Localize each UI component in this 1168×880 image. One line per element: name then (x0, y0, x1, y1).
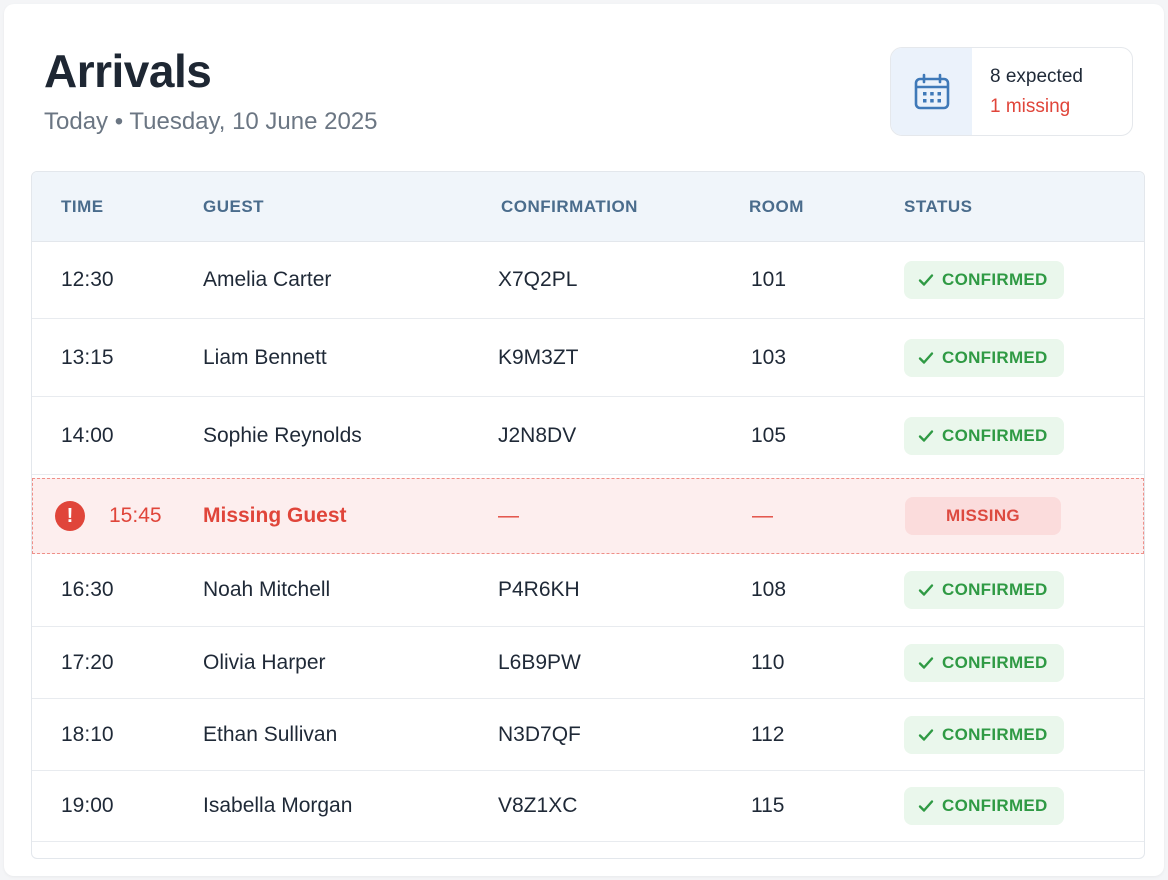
guest-name: Liam Bennett (203, 345, 327, 369)
column-header-room[interactable]: ROOM (749, 197, 804, 217)
status-label: CONFIRMED (942, 270, 1048, 289)
status-label: MISSING (946, 506, 1020, 525)
expected-count: 8 expected (990, 66, 1083, 87)
room-number: 115 (751, 794, 785, 817)
room-number: 101 (751, 268, 787, 291)
arrivals-table: TIME GUEST CONFIRMATION ROOM STATUS 12:3… (31, 171, 1145, 859)
arrival-time: 19:00 (61, 794, 114, 817)
table-row[interactable]: 16:30 Noah Mitchell P4R6KH 108 CONFIRMED (32, 554, 1144, 627)
status-label: CONFIRMED (942, 652, 1048, 672)
alert-icon: ! (55, 501, 85, 531)
check-icon (918, 800, 934, 812)
room-number: 103 (751, 345, 787, 369)
arrival-time: 12:30 (61, 268, 114, 291)
table-row[interactable]: 14:00 Sophie Reynolds J2N8DV 105 CONFIRM… (32, 397, 1144, 475)
status-badge: CONFIRMED (904, 338, 1064, 377)
status-badge: MISSING (905, 497, 1061, 535)
guest-name: Ethan Sullivan (203, 722, 338, 746)
status-label: CONFIRMED (942, 580, 1048, 599)
room-number: 112 (751, 722, 785, 746)
arrival-time: 18:10 (61, 722, 114, 746)
status-badge: CONFIRMED (904, 416, 1064, 455)
status-label: CONFIRMED (942, 724, 1048, 744)
arrivals-summary[interactable]: 8 expected 1 missing (890, 47, 1133, 136)
table-row[interactable]: 18:10 Ethan Sullivan N3D7QF 112 CONFIRME… (32, 699, 1144, 771)
missing-count: 1 missing (990, 96, 1071, 117)
check-icon (918, 656, 934, 669)
room-number: 110 (751, 650, 785, 674)
check-icon (918, 429, 934, 442)
column-header-time[interactable]: TIME (61, 197, 104, 217)
status-label: CONFIRMED (942, 425, 1048, 445)
status-badge: CONFIRMED (904, 571, 1064, 609)
column-header-guest[interactable]: GUEST (203, 197, 264, 217)
room-number: — (752, 504, 773, 527)
table-row[interactable]: 19:00 Isabella Morgan V8Z1XC 115 CONFIRM… (32, 771, 1144, 842)
status-badge: CONFIRMED (904, 715, 1064, 754)
guest-name: Olivia Harper (203, 650, 326, 674)
table-row[interactable]: 13:15 Liam Bennett K9M3ZT 103 CONFIRMED (32, 319, 1144, 397)
guest-name: Amelia Carter (203, 268, 332, 291)
confirmation-code: V8Z1XC (498, 794, 578, 817)
confirmation-code: K9M3ZT (498, 345, 579, 369)
table-row[interactable]: 12:30 Amelia Carter X7Q2PL 101 CONFIRMED (32, 242, 1144, 319)
arrival-time: 14:00 (61, 423, 114, 447)
arrival-time: 13:15 (61, 345, 114, 369)
status-badge: CONFIRMED (904, 261, 1064, 299)
status-badge: CONFIRMED (904, 787, 1064, 825)
page-subtitle: Today • Tuesday, 10 June 2025 (44, 108, 378, 135)
room-number: 105 (751, 423, 787, 447)
arrival-time: 16:30 (61, 578, 114, 601)
status-label: CONFIRMED (942, 347, 1048, 367)
table-row[interactable]: 17:20 Olivia Harper L6B9PW 110 CONFIRMED (32, 627, 1144, 699)
guest-name: Missing Guest (203, 504, 347, 527)
table-row-missing[interactable]: ! 15:45 Missing Guest — — MISSING (32, 478, 1144, 554)
page-title: Arrivals (44, 45, 212, 97)
confirmation-code: N3D7QF (498, 722, 581, 746)
table-header: TIME GUEST CONFIRMATION ROOM STATUS (32, 172, 1144, 242)
guest-name: Isabella Morgan (203, 794, 353, 817)
guest-name: Sophie Reynolds (203, 423, 362, 447)
column-header-confirmation[interactable]: CONFIRMATION (501, 197, 638, 217)
check-icon (918, 728, 934, 741)
confirmation-code: X7Q2PL (498, 268, 578, 291)
room-number: 108 (751, 578, 787, 601)
confirmation-code: L6B9PW (498, 650, 581, 674)
confirmation-code: P4R6KH (498, 578, 580, 601)
confirmation-code: — (498, 504, 519, 527)
column-header-status[interactable]: STATUS (904, 197, 972, 217)
check-icon (918, 351, 934, 364)
arrivals-panel: Arrivals Today • Tuesday, 10 June 2025 8… (4, 4, 1164, 876)
status-badge: CONFIRMED (904, 643, 1064, 682)
arrival-time: 15:45 (109, 504, 162, 527)
confirmation-code: J2N8DV (498, 423, 577, 447)
calendar-icon (891, 48, 972, 135)
status-label: CONFIRMED (942, 796, 1048, 815)
check-icon (918, 274, 934, 286)
arrival-time: 17:20 (61, 650, 114, 674)
check-icon (918, 584, 934, 596)
guest-name: Noah Mitchell (203, 578, 331, 601)
